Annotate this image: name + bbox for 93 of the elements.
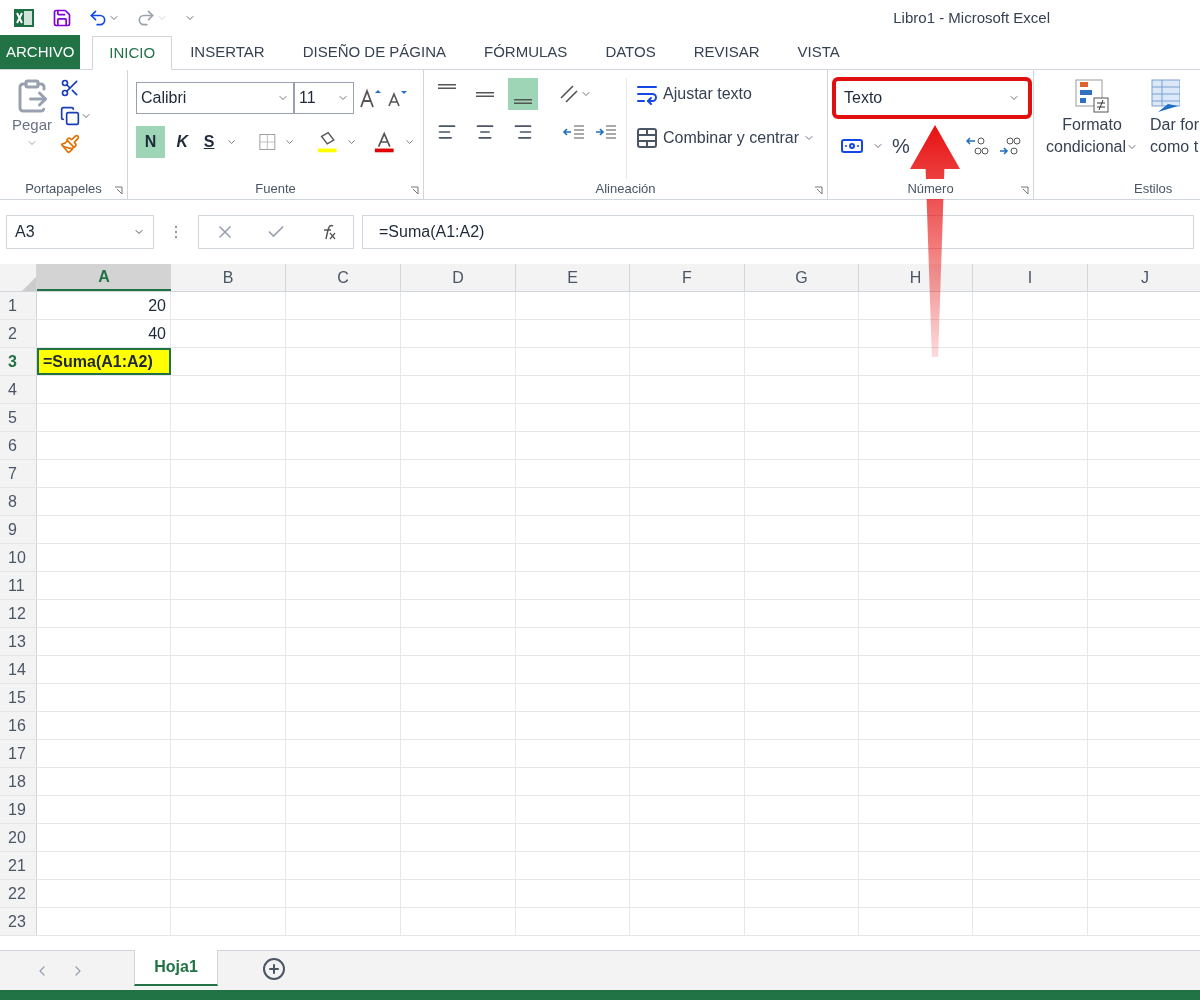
ribbon-tab[interactable]: REVISAR xyxy=(677,35,776,69)
drag-handle-icon[interactable] xyxy=(174,224,178,240)
row-header[interactable]: 8 xyxy=(0,488,37,515)
merge-center-button[interactable]: Combinar y centrar xyxy=(635,122,816,154)
name-box[interactable]: A3 xyxy=(6,215,154,249)
align-right-icon[interactable] xyxy=(512,122,534,142)
font-name-dropdown[interactable]: Calibri xyxy=(136,82,294,114)
row-header[interactable]: 12 xyxy=(0,600,37,627)
dialog-launcher-icon xyxy=(114,186,123,195)
column-header[interactable]: I xyxy=(973,264,1088,291)
excel-logo-icon[interactable] xyxy=(12,6,36,30)
row-header[interactable]: 18 xyxy=(0,768,37,795)
row-header[interactable]: 4 xyxy=(0,376,37,403)
percent-button[interactable]: % xyxy=(892,131,910,161)
dialog-launcher-icon xyxy=(1020,186,1029,195)
row-header[interactable]: 14 xyxy=(0,656,37,683)
dialog-launcher-icon xyxy=(410,186,419,195)
table-format-icon xyxy=(1150,78,1181,114)
row-header[interactable]: 2 xyxy=(0,320,37,347)
row-header[interactable]: 19 xyxy=(0,796,37,823)
group-label: Número xyxy=(905,179,956,199)
column-header[interactable]: F xyxy=(630,264,745,291)
paste-button[interactable]: Pegar xyxy=(12,78,53,179)
wrap-text-button[interactable]: Ajustar texto xyxy=(635,78,816,110)
group-label: Estilos xyxy=(1134,181,1173,196)
row-header[interactable]: 6 xyxy=(0,432,37,459)
row-header[interactable]: 16 xyxy=(0,712,37,739)
row-header[interactable]: 1 xyxy=(0,292,37,319)
row-header[interactable]: 13 xyxy=(0,628,37,655)
orientation-icon[interactable] xyxy=(558,83,580,105)
decrease-decimal-icon[interactable] xyxy=(997,135,1022,157)
row-header[interactable]: 20 xyxy=(0,824,37,851)
table-cell[interactable]: 20 xyxy=(37,292,171,319)
save-icon[interactable] xyxy=(52,8,72,28)
formula-field[interactable]: =Suma(A1:A2) xyxy=(362,215,1194,249)
ribbon-tab[interactable]: DISEÑO DE PÁGINA xyxy=(286,35,463,69)
add-sheet-icon[interactable] xyxy=(262,957,286,981)
underline-button[interactable]: S xyxy=(199,126,219,158)
ribbon-tab[interactable]: DATOS xyxy=(589,35,672,69)
format-painter-icon[interactable] xyxy=(60,134,81,154)
ribbon-tab[interactable]: FÓRMULAS xyxy=(468,35,584,69)
row-header[interactable]: 10 xyxy=(0,544,37,571)
align-lines-icon xyxy=(514,99,532,104)
row-header[interactable]: 17 xyxy=(0,740,37,767)
column-header[interactable]: C xyxy=(286,264,401,291)
increase-decimal-icon[interactable] xyxy=(965,135,990,157)
row-header[interactable]: 11 xyxy=(0,572,37,599)
redo-icon[interactable] xyxy=(136,8,156,28)
number-format-dropdown[interactable]: Texto xyxy=(832,77,1032,119)
row-header[interactable]: 15 xyxy=(0,684,37,711)
column-header[interactable]: G xyxy=(745,264,859,291)
font-size-dropdown[interactable]: 11 xyxy=(294,82,354,114)
undo-icon[interactable] xyxy=(88,8,108,28)
column-header[interactable]: J xyxy=(1088,264,1200,291)
table-cell[interactable]: 40 xyxy=(37,320,171,347)
copy-icon[interactable] xyxy=(60,106,81,126)
column-header[interactable]: D xyxy=(401,264,516,291)
fill-color-icon[interactable] xyxy=(315,130,339,154)
column-header[interactable]: B xyxy=(171,264,286,291)
align-center-icon[interactable] xyxy=(474,122,496,142)
italic-button[interactable]: K xyxy=(173,126,192,158)
decrease-font-icon[interactable] xyxy=(386,88,408,108)
row-header[interactable]: 5 xyxy=(0,404,37,431)
ribbon-tab[interactable]: INSERTAR xyxy=(174,35,281,69)
merge-icon xyxy=(635,126,659,150)
sheet-tab[interactable]: Hoja1 xyxy=(134,950,218,986)
row-header[interactable]: 21 xyxy=(0,852,37,879)
decrease-indent-icon[interactable] xyxy=(562,122,586,142)
row-header[interactable]: 3 xyxy=(0,348,37,375)
font-color-icon[interactable] xyxy=(373,130,396,154)
row-header[interactable]: 7 xyxy=(0,460,37,487)
row-header[interactable]: 23 xyxy=(0,908,37,935)
align-lines-icon xyxy=(438,84,456,89)
increase-indent-icon[interactable] xyxy=(594,122,618,142)
ribbon-tab[interactable]: VISTA xyxy=(781,35,856,69)
ribbon-tab[interactable]: INICIO xyxy=(92,36,173,70)
borders-icon[interactable] xyxy=(257,132,277,152)
window-title: Libro1 - Microsoft Excel xyxy=(893,7,1050,28)
row-header[interactable]: 22 xyxy=(0,880,37,907)
conditional-format-button[interactable]: Formato condicional xyxy=(1046,78,1139,179)
align-left-icon[interactable] xyxy=(436,122,458,142)
vertical-align-button[interactable] xyxy=(508,78,538,110)
format-as-table-button[interactable]: Dar for como t xyxy=(1146,78,1199,179)
row-header[interactable]: 9 xyxy=(0,516,37,543)
conditional-format-icon xyxy=(1074,78,1111,114)
dialog-launcher-icon xyxy=(814,186,823,195)
file-tab[interactable]: ARCHIVO xyxy=(0,35,81,69)
column-header[interactable]: A xyxy=(37,264,171,291)
increase-font-icon[interactable] xyxy=(358,87,382,109)
align-lines-icon xyxy=(476,91,494,97)
table-cell[interactable]: =Suma(A1:A2) xyxy=(37,348,171,375)
bold-button[interactable]: N xyxy=(136,126,165,158)
column-header[interactable]: E xyxy=(516,264,630,291)
